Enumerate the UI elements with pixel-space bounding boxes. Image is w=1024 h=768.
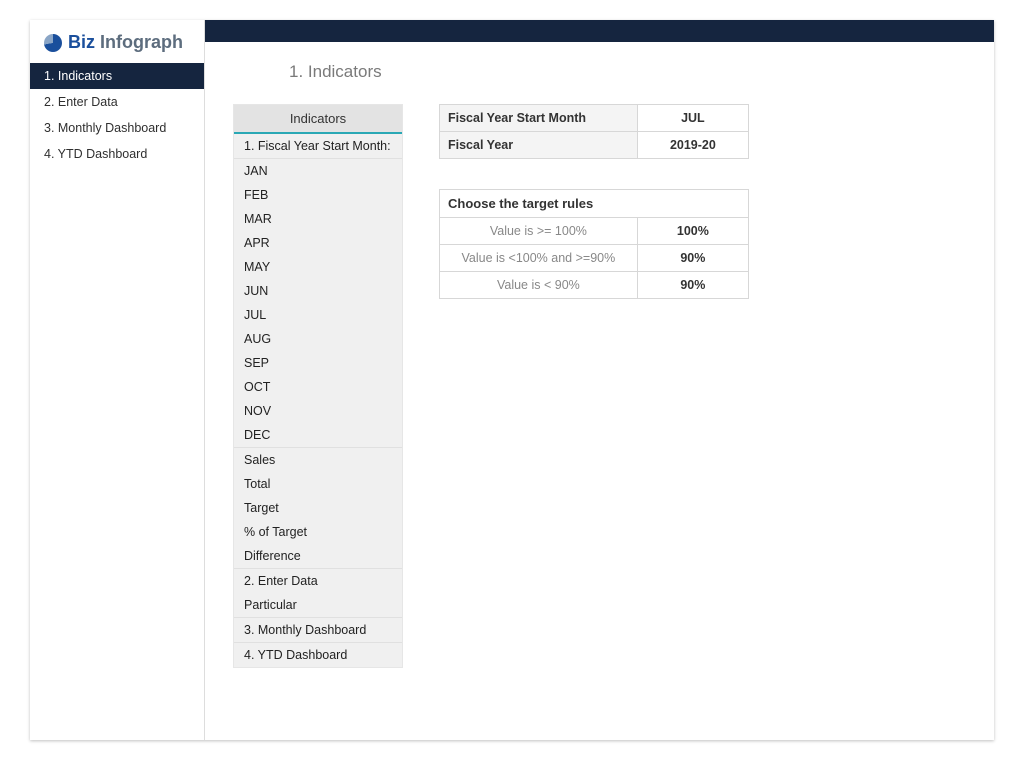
indicator-row[interactable]: Target: [234, 496, 402, 520]
fiscal-value[interactable]: 2019-20: [637, 132, 748, 159]
indicator-row[interactable]: Total: [234, 472, 402, 496]
sidebar-item[interactable]: 3. Monthly Dashboard: [30, 115, 204, 141]
fiscal-table: Fiscal Year Start MonthJULFiscal Year201…: [439, 104, 749, 159]
fiscal-label: Fiscal Year Start Month: [440, 105, 638, 132]
indicator-row[interactable]: % of Target: [234, 520, 402, 544]
indicator-row[interactable]: Particular: [234, 593, 402, 617]
app-frame: Biz Infograph 1. Indicators2. Enter Data…: [30, 20, 994, 740]
indicator-row[interactable]: MAY: [234, 255, 402, 279]
main-area: 1. Indicators Indicators 1. Fiscal Year …: [205, 20, 994, 740]
indicators-panel: Indicators 1. Fiscal Year Start Month:JA…: [233, 104, 403, 668]
table-row: Value is >= 100%100%: [440, 218, 749, 245]
indicator-row[interactable]: SEP: [234, 351, 402, 375]
sidebar-item[interactable]: 4. YTD Dashboard: [30, 141, 204, 167]
indicator-row[interactable]: 4. YTD Dashboard: [234, 642, 402, 667]
rule-value[interactable]: 90%: [637, 245, 748, 272]
indicator-row[interactable]: MAR: [234, 207, 402, 231]
indicator-row[interactable]: JUN: [234, 279, 402, 303]
top-bar: [205, 20, 994, 42]
indicator-row[interactable]: 2. Enter Data: [234, 568, 402, 593]
rules-table: Value is >= 100%100%Value is <100% and >…: [439, 217, 749, 299]
indicator-row[interactable]: AUG: [234, 327, 402, 351]
rule-label: Value is <100% and >=90%: [440, 245, 638, 272]
indicator-row[interactable]: Sales: [234, 447, 402, 472]
indicator-row[interactable]: 3. Monthly Dashboard: [234, 617, 402, 642]
table-row: Value is <100% and >=90%90%: [440, 245, 749, 272]
content: 1. Indicators Indicators 1. Fiscal Year …: [205, 42, 994, 682]
rule-value[interactable]: 90%: [637, 272, 748, 299]
indicator-row[interactable]: FEB: [234, 183, 402, 207]
indicator-row[interactable]: Difference: [234, 544, 402, 568]
table-row: Fiscal Year Start MonthJUL: [440, 105, 749, 132]
brand-part1: Biz: [68, 32, 95, 52]
sidebar-item[interactable]: 1. Indicators: [30, 63, 204, 89]
fiscal-label: Fiscal Year: [440, 132, 638, 159]
indicator-row[interactable]: OCT: [234, 375, 402, 399]
table-row: Fiscal Year2019-20: [440, 132, 749, 159]
indicator-row[interactable]: NOV: [234, 399, 402, 423]
brand-logo: Biz Infograph: [30, 20, 204, 63]
indicator-row[interactable]: APR: [234, 231, 402, 255]
columns: Indicators 1. Fiscal Year Start Month:JA…: [233, 104, 966, 668]
indicator-row[interactable]: JAN: [234, 158, 402, 183]
brand-part2: Infograph: [100, 32, 183, 52]
indicators-header: Indicators: [234, 105, 402, 134]
sidebar: Biz Infograph 1. Indicators2. Enter Data…: [30, 20, 205, 740]
indicator-row[interactable]: 1. Fiscal Year Start Month:: [234, 134, 402, 158]
rule-value[interactable]: 100%: [637, 218, 748, 245]
indicator-row[interactable]: DEC: [234, 423, 402, 447]
right-column: Fiscal Year Start MonthJULFiscal Year201…: [439, 104, 749, 299]
sidebar-item[interactable]: 2. Enter Data: [30, 89, 204, 115]
rule-label: Value is >= 100%: [440, 218, 638, 245]
rules-caption: Choose the target rules: [439, 189, 749, 217]
page-title: 1. Indicators: [289, 62, 966, 82]
table-row: Value is < 90%90%: [440, 272, 749, 299]
nav-list: 1. Indicators2. Enter Data3. Monthly Das…: [30, 63, 204, 167]
rule-label: Value is < 90%: [440, 272, 638, 299]
indicator-row[interactable]: JUL: [234, 303, 402, 327]
fiscal-value[interactable]: JUL: [637, 105, 748, 132]
indicators-rows: 1. Fiscal Year Start Month:JANFEBMARAPRM…: [234, 134, 402, 667]
pie-chart-icon: [44, 34, 62, 52]
brand-text: Biz Infograph: [68, 32, 183, 53]
